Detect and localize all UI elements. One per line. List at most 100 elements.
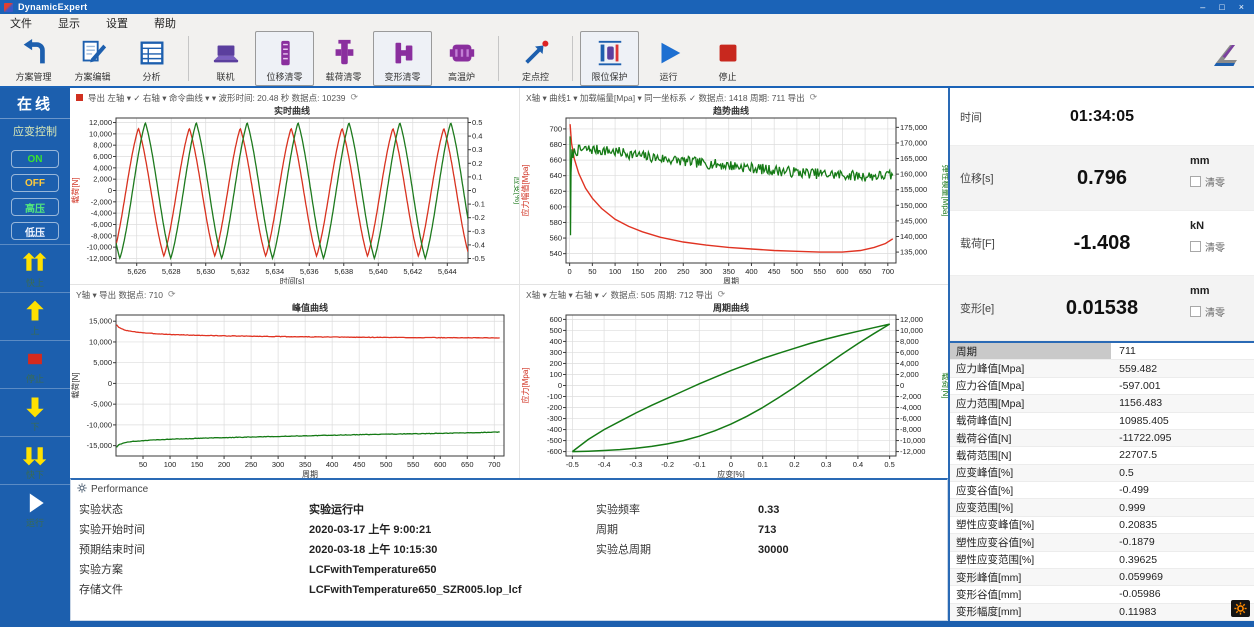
power-button-高压[interactable]: 高压 — [11, 198, 59, 216]
chart-toolbar-text[interactable]: X轴 ▾ 曲线1 ▾ 加载幅量[Mpa] ▾ 同一坐标系 ✓ 数据点: 1418… — [526, 92, 805, 104]
refresh-icon[interactable]: ⟳ — [718, 289, 726, 300]
jog-button-label: 运行 — [0, 516, 70, 529]
refresh-icon[interactable]: ⟳ — [168, 289, 176, 300]
toolbar-button-deform-zero[interactable]: 变形清零 — [373, 31, 432, 86]
analysis-icon — [137, 36, 167, 70]
svg-text:2,000: 2,000 — [93, 175, 112, 184]
performance-gear-icon — [77, 483, 87, 496]
toolbar-button-label: 分析 — [142, 70, 160, 83]
table-row[interactable]: 周期711 — [950, 343, 1254, 360]
menu-item-3[interactable]: 设置 — [106, 15, 128, 31]
toolbar-button-scheme-edit[interactable]: 方案编辑 — [63, 31, 122, 86]
application-window: DynamicExpert – □ × 文件显示设置帮助 方案管理方案编辑分析联… — [0, 0, 1254, 627]
chart-toolbar-text[interactable]: Y轴 ▾ 导出 数据点: 710 — [76, 289, 163, 301]
svg-text:200: 200 — [654, 267, 667, 276]
svg-text:200: 200 — [218, 460, 231, 469]
svg-text:15,000: 15,000 — [89, 317, 112, 326]
jog-button-fast-up[interactable]: 快上 — [0, 244, 70, 292]
down-icon — [0, 394, 70, 420]
svg-text:-4,000: -4,000 — [91, 209, 112, 218]
table-row[interactable]: 应变范围[%]0.999 — [950, 499, 1254, 516]
svg-text:5,628: 5,628 — [162, 267, 181, 276]
reading-label: 载荷[F] — [960, 235, 995, 251]
table-row[interactable]: 变形峰值[mm]0.059969 — [950, 569, 1254, 586]
jog-button-play[interactable]: 运行 — [0, 484, 70, 532]
jog-button-jog-stop[interactable]: 停止 — [0, 340, 70, 388]
menu-item-4[interactable]: 帮助 — [154, 15, 176, 31]
toolbar-button-connect[interactable]: 联机 — [196, 31, 255, 86]
row-label: 塑性应变峰值[%] — [950, 517, 1111, 533]
chart-toolbar-text[interactable]: 导出 左轴 ▾ ✓ 右轴 ▾ 命令曲线 ▾ ▾ 波形时间: 20.48 秒 数据… — [88, 92, 346, 104]
svg-text:165,000: 165,000 — [900, 154, 927, 163]
table-row[interactable]: 应力谷值[Mpa]-597.001 — [950, 378, 1254, 395]
table-row[interactable]: 变形幅度[mm]0.11983 — [950, 604, 1254, 621]
svg-text:5,638: 5,638 — [334, 267, 353, 276]
table-row[interactable]: 载荷范围[N]22707.5 — [950, 447, 1254, 464]
jog-button-up[interactable]: 上 — [0, 292, 70, 340]
connect-icon — [211, 36, 241, 70]
menu-item-2[interactable]: 显示 — [58, 15, 80, 31]
row-value: 22707.5 — [1111, 447, 1157, 463]
toolbar-button-limit-protect[interactable]: 限位保护 — [580, 31, 639, 86]
toolbar-button-furnace[interactable]: 高温炉 — [432, 31, 491, 86]
settings-gear-button[interactable] — [1231, 600, 1250, 617]
furnace-icon — [447, 36, 477, 70]
close-button[interactable]: × — [1239, 0, 1244, 14]
table-row[interactable]: 应变谷值[%]-0.499 — [950, 482, 1254, 499]
svg-text:50: 50 — [139, 460, 147, 469]
svg-text:400: 400 — [745, 267, 758, 276]
status-value: 30000 — [758, 540, 789, 560]
table-row[interactable]: 载荷谷值[N]-11722.095 — [950, 430, 1254, 447]
svg-text:-0.2: -0.2 — [472, 213, 485, 222]
row-value: -11722.095 — [1111, 430, 1171, 446]
load-zero-icon — [329, 36, 359, 70]
toolbar-button-run[interactable]: 运行 — [639, 31, 698, 86]
jog-button-fast-down[interactable]: 快下 — [0, 436, 70, 484]
power-button-on[interactable]: ON — [11, 150, 59, 168]
refresh-icon[interactable]: ⟳ — [810, 92, 818, 103]
table-row[interactable]: 应力范围[Mpa]1156.483 — [950, 395, 1254, 412]
table-row[interactable]: 载荷峰值[N]10985.405 — [950, 413, 1254, 430]
svg-text:400: 400 — [549, 337, 562, 346]
chart-toolbar-text[interactable]: X轴 ▾ 左轴 ▾ 右轴 ▾ ✓ 数据点: 505 周期: 712 导出 — [526, 289, 713, 301]
refresh-icon[interactable]: ⟳ — [351, 92, 359, 103]
svg-text:620: 620 — [549, 187, 562, 196]
menu-item-1[interactable]: 文件 — [10, 15, 32, 31]
zero-label: 清零 — [1205, 174, 1225, 189]
table-row[interactable]: 变形谷值[mm]-0.05986 — [950, 586, 1254, 603]
status-value: 2020-03-17 上午 9:00:21 — [309, 520, 431, 540]
zero-checkbox[interactable] — [1190, 241, 1201, 252]
status-row: 周期713 — [596, 520, 789, 540]
table-row[interactable]: 应力峰值[Mpa]559.482 — [950, 360, 1254, 377]
brand-logo-icon — [1206, 40, 1246, 75]
reading-unit: kN — [1190, 220, 1246, 232]
toolbar-button-load-zero[interactable]: 载荷清零 — [314, 31, 373, 86]
status-left-column: 实验状态实验运行中实验开始时间2020-03-17 上午 9:00:21预期结束… — [79, 500, 522, 600]
status-row: 实验方案LCFwithTemperature650 — [79, 560, 522, 580]
toolbar-button-stop[interactable]: 停止 — [698, 31, 757, 86]
svg-text:-0.1: -0.1 — [472, 200, 485, 209]
zero-checkbox[interactable] — [1190, 306, 1201, 317]
power-button-off[interactable]: OFF — [11, 174, 59, 192]
jog-button-label: 停止 — [0, 372, 70, 385]
minimize-button[interactable]: – — [1200, 0, 1205, 14]
table-row[interactable]: 塑性应变范围[%]0.39625 — [950, 552, 1254, 569]
play-icon — [0, 490, 70, 516]
toolbar-button-scheme-manage[interactable]: 方案管理 — [4, 31, 63, 86]
svg-text:-2,000: -2,000 — [900, 392, 921, 401]
svg-text:-400: -400 — [547, 425, 562, 434]
toolbar-button-displacement-zero[interactable]: 位移清零 — [255, 31, 314, 86]
svg-text:0.5: 0.5 — [472, 118, 482, 127]
maximize-button[interactable]: □ — [1219, 0, 1224, 14]
table-row[interactable]: 塑性应变峰值[%]0.20835 — [950, 517, 1254, 534]
svg-text:-8,000: -8,000 — [900, 425, 921, 434]
table-row[interactable]: 塑性应变谷值[%]-0.1879 — [950, 534, 1254, 551]
table-row[interactable]: 应变峰值[%]0.5 — [950, 465, 1254, 482]
jog-button-down[interactable]: 下 — [0, 388, 70, 436]
toolbar-button-point-control[interactable]: 定点控 — [506, 31, 565, 86]
power-button-低压[interactable]: 低压 — [11, 222, 59, 240]
zero-checkbox[interactable] — [1190, 176, 1201, 187]
toolbar-button-analysis[interactable]: 分析 — [122, 31, 181, 86]
svg-text:0: 0 — [568, 267, 572, 276]
series-marker-icon — [76, 94, 83, 101]
